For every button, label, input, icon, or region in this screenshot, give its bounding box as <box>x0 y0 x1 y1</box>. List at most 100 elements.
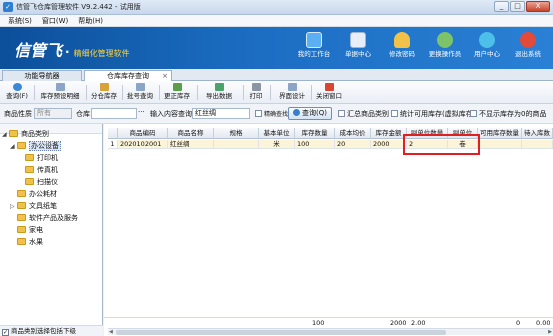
column-header-pending-in[interactable]: 待入库数 <box>522 128 553 139</box>
stock-preset-detail-button[interactable]: 库存预设明细 <box>37 82 83 103</box>
menu-system[interactable]: 系统(S) <box>3 15 37 26</box>
summary-stock-amount: 2000 <box>390 319 407 327</box>
design-icon <box>287 83 297 91</box>
column-header-code[interactable]: 商品编码 <box>118 128 168 139</box>
table-cell-spec[interactable] <box>214 140 259 149</box>
minimize-button[interactable]: _ <box>494 1 509 12</box>
table-cell-available-qty[interactable] <box>478 140 522 149</box>
tab-function-navigator[interactable]: 功能导航器 <box>2 70 82 81</box>
table-cell-avg-cost[interactable]: 20 <box>335 140 371 149</box>
hide-zero-stock-checkbox[interactable] <box>470 110 477 117</box>
close-window-button[interactable]: 关闭窗口 <box>314 82 344 103</box>
tree-item-stationery[interactable]: ▷ 文具纸笔 <box>10 201 57 212</box>
stock-grid: 商品编码 商品名称 规格 基本单位 库存数量 成本均价 库存金额 副单位数量 副… <box>104 124 553 336</box>
folder-icon <box>17 214 26 221</box>
warehouse-input[interactable] <box>91 108 137 119</box>
tree-item-root[interactable]: ◢ 商品类别 <box>2 129 49 140</box>
tree-item-fruit[interactable]: 水果 <box>17 237 43 248</box>
banner: 信管飞 · 精细化管理软件 我的工作台 单据中心 修改密码 更换操作员 用户中心… <box>0 27 553 69</box>
column-header-spec[interactable]: 规格 <box>214 128 259 139</box>
app-logo-icon: ✓ <box>3 2 13 12</box>
menu-window[interactable]: 窗口(W) <box>37 15 73 26</box>
lock-icon <box>394 32 410 48</box>
column-header-name[interactable]: 商品名称 <box>168 128 214 139</box>
exact-search-label: 精确查找 <box>264 111 289 118</box>
tree-expander-icon[interactable]: ▷ <box>10 201 17 212</box>
nav-exit-button[interactable]: 退出系统 <box>506 30 550 67</box>
export-icon <box>214 83 224 91</box>
query-button[interactable]: 查询(F) <box>3 82 31 103</box>
folder-icon <box>17 238 26 245</box>
scroll-left-icon[interactable]: ◀ <box>109 329 113 335</box>
print-button[interactable]: 打印 <box>246 82 266 103</box>
tree-expander-icon[interactable]: ◢ <box>2 129 9 140</box>
logo-mark: 信管飞 <box>14 41 63 60</box>
tree-item-software[interactable]: 软件产品及服务 <box>17 213 78 224</box>
column-header-available-qty[interactable]: 可用库存数量 <box>478 128 522 139</box>
export-data-button[interactable]: 导出数据 <box>200 82 238 103</box>
sub-unit-highlight-box <box>403 134 480 155</box>
nav-workbench-button[interactable]: 我的工作台 <box>292 30 336 67</box>
summary-divider <box>104 317 553 318</box>
include-subcategories-checkbox[interactable]: ✓ <box>2 329 9 336</box>
include-subcategories-option[interactable]: ✓ 商品类别选择包括下级 <box>0 325 103 336</box>
table-cell-stock-amount[interactable]: 2000 <box>371 140 407 149</box>
product-attr-select[interactable]: 所有 <box>34 108 72 119</box>
tree-item-printer[interactable]: 打印机 <box>25 153 58 164</box>
table-cell-code[interactable]: 2020102001 <box>118 140 168 149</box>
hide-zero-stock-label: 不显示库存为0的商品 <box>479 110 547 118</box>
nav-switch-operator-button[interactable]: 更换操作员 <box>423 30 467 67</box>
search-input[interactable]: 红丝绸 <box>192 108 250 119</box>
nav-documents-button[interactable]: 单据中心 <box>336 30 380 67</box>
barcode-icon <box>135 83 145 91</box>
search-icon <box>293 109 300 116</box>
scrollbar-thumb[interactable] <box>116 330 446 335</box>
menu-bar: 系统(S) 窗口(W) 帮助(H) <box>0 15 553 27</box>
table-cell-stock-qty[interactable]: 100 <box>295 140 335 149</box>
tree-item-scanner[interactable]: 扫描仪 <box>25 177 58 188</box>
tree-item-office-supplies[interactable]: 办公耗材 <box>17 189 57 200</box>
summary-category-checkbox[interactable] <box>338 110 345 117</box>
logo-dot: · <box>65 45 70 59</box>
table-row-index: 1 <box>108 140 118 149</box>
refresh-icon <box>12 83 22 91</box>
interface-design-button[interactable]: 界面设计 <box>276 82 308 103</box>
folder-icon <box>17 226 26 233</box>
filter-query-button[interactable]: 查询(Q) <box>288 107 332 120</box>
table-cell-base-unit[interactable]: 米 <box>259 140 295 149</box>
correct-stock-button[interactable]: 更正库存 <box>162 82 192 103</box>
table-cell-pending-in[interactable] <box>522 140 553 149</box>
window-title: 信管飞仓库管理软件 V9.2.442 - 试用版 <box>16 3 141 11</box>
exact-search-checkbox[interactable] <box>255 110 262 117</box>
menu-help[interactable]: 帮助(H) <box>73 15 108 26</box>
nav-change-password-button[interactable]: 修改密码 <box>380 30 424 67</box>
column-header-stock-amount[interactable]: 库存金额 <box>371 128 407 139</box>
product-attr-label: 商品性质 <box>4 110 32 118</box>
tree-item-fax[interactable]: 传真机 <box>25 165 58 176</box>
tab-warehouse-stock-query[interactable]: 仓库库存查询 × <box>84 70 172 81</box>
column-header-base-unit[interactable]: 基本单位 <box>259 128 295 139</box>
batch-query-button[interactable]: 批号查询 <box>125 82 155 103</box>
column-header-avg-cost[interactable]: 成本均价 <box>335 128 371 139</box>
tree-expander-icon[interactable]: ◢ <box>10 141 17 152</box>
close-button[interactable]: X <box>526 1 550 12</box>
table-cell-name[interactable]: 红丝绸 <box>168 140 214 149</box>
horizontal-scrollbar[interactable]: ◀ ▶ <box>108 328 553 335</box>
tree-item-office-equipment[interactable]: ◢ 办公设备 <box>10 141 61 152</box>
maximize-button[interactable]: □ <box>510 1 525 12</box>
toolbar: 查询(F) 库存预设明细 分仓库存 批号查询 更正库存 导出数据 打印 界面设计… <box>0 81 553 104</box>
folder-icon <box>25 178 34 185</box>
warehouse-stock-button[interactable]: 分仓库存 <box>89 82 119 103</box>
available-stock-checkbox[interactable] <box>391 110 398 117</box>
summary-available-qty: 0 <box>516 319 521 327</box>
nav-user-center-button[interactable]: 用户中心 <box>465 30 509 67</box>
tree-item-appliances[interactable]: 家电 <box>17 225 43 236</box>
summary-category-label: 汇总商品类别 <box>347 110 389 118</box>
tab-close-icon[interactable]: × <box>162 71 168 81</box>
folder-icon <box>9 130 18 137</box>
warehouse-browse-button[interactable]: ··· <box>138 108 145 117</box>
monitor-icon <box>306 32 322 48</box>
scroll-right-icon[interactable]: ▶ <box>548 329 552 335</box>
close-window-icon <box>324 83 334 91</box>
column-header-stock-qty[interactable]: 库存数量 <box>295 128 335 139</box>
